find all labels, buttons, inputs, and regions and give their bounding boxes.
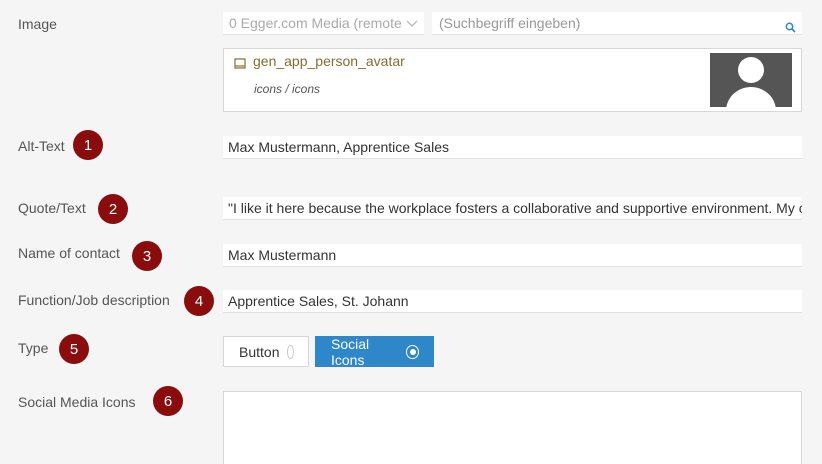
alt-text-label: Alt-Text xyxy=(18,138,65,154)
social-media-icons-label: Social Media Icons xyxy=(18,394,136,410)
step-badge-4: 4 xyxy=(184,286,214,316)
step-badge-1: 1 xyxy=(73,130,103,160)
chevron-down-icon[interactable] xyxy=(404,12,420,34)
function-label: Function/Job description xyxy=(18,292,170,308)
step-badge-6: 6 xyxy=(153,386,183,416)
radio-unchecked-icon[interactable] xyxy=(287,344,294,359)
image-file-icon xyxy=(234,57,246,73)
function-input[interactable]: Apprentice Sales, St. Johann xyxy=(223,290,802,313)
quote-text-label: Quote/Text xyxy=(18,200,86,216)
step-badge-3: 3 xyxy=(132,241,162,271)
media-search-input[interactable]: (Suchbegriff eingeben) xyxy=(432,12,802,35)
radio-checked-icon[interactable] xyxy=(406,344,419,359)
social-media-icons-input[interactable] xyxy=(223,391,802,464)
image-label: Image xyxy=(18,16,57,32)
alt-text-input[interactable]: Max Mustermann, Apprentice Sales xyxy=(223,136,802,159)
search-icon[interactable] xyxy=(785,17,796,40)
media-source-select[interactable]: 0 Egger.com Media (remote xyxy=(223,12,424,35)
media-name[interactable]: gen_app_person_avatar xyxy=(253,53,405,69)
media-path: icons / icons xyxy=(254,82,321,96)
type-option-social-icons-label: Social Icons xyxy=(331,335,370,368)
media-source-value: 0 Egger.com Media (remote xyxy=(229,15,402,31)
selected-media-box[interactable]: gen_app_person_avatar icons / icons xyxy=(223,48,802,112)
quote-text-input[interactable]: "I like it here because the workplace fo… xyxy=(223,197,802,220)
type-option-button-label: Button xyxy=(239,343,280,360)
type-option-social-icons[interactable]: Social Icons xyxy=(315,335,434,368)
step-badge-2: 2 xyxy=(98,194,128,224)
type-option-button[interactable]: Button xyxy=(223,336,309,367)
media-search-placeholder: (Suchbegriff eingeben) xyxy=(439,15,581,31)
step-badge-5: 5 xyxy=(59,334,89,364)
name-of-contact-input[interactable]: Max Mustermann xyxy=(223,244,802,267)
type-label: Type xyxy=(18,340,49,356)
name-of-contact-label: Name of contact xyxy=(18,245,120,261)
person-avatar-icon xyxy=(710,53,792,107)
